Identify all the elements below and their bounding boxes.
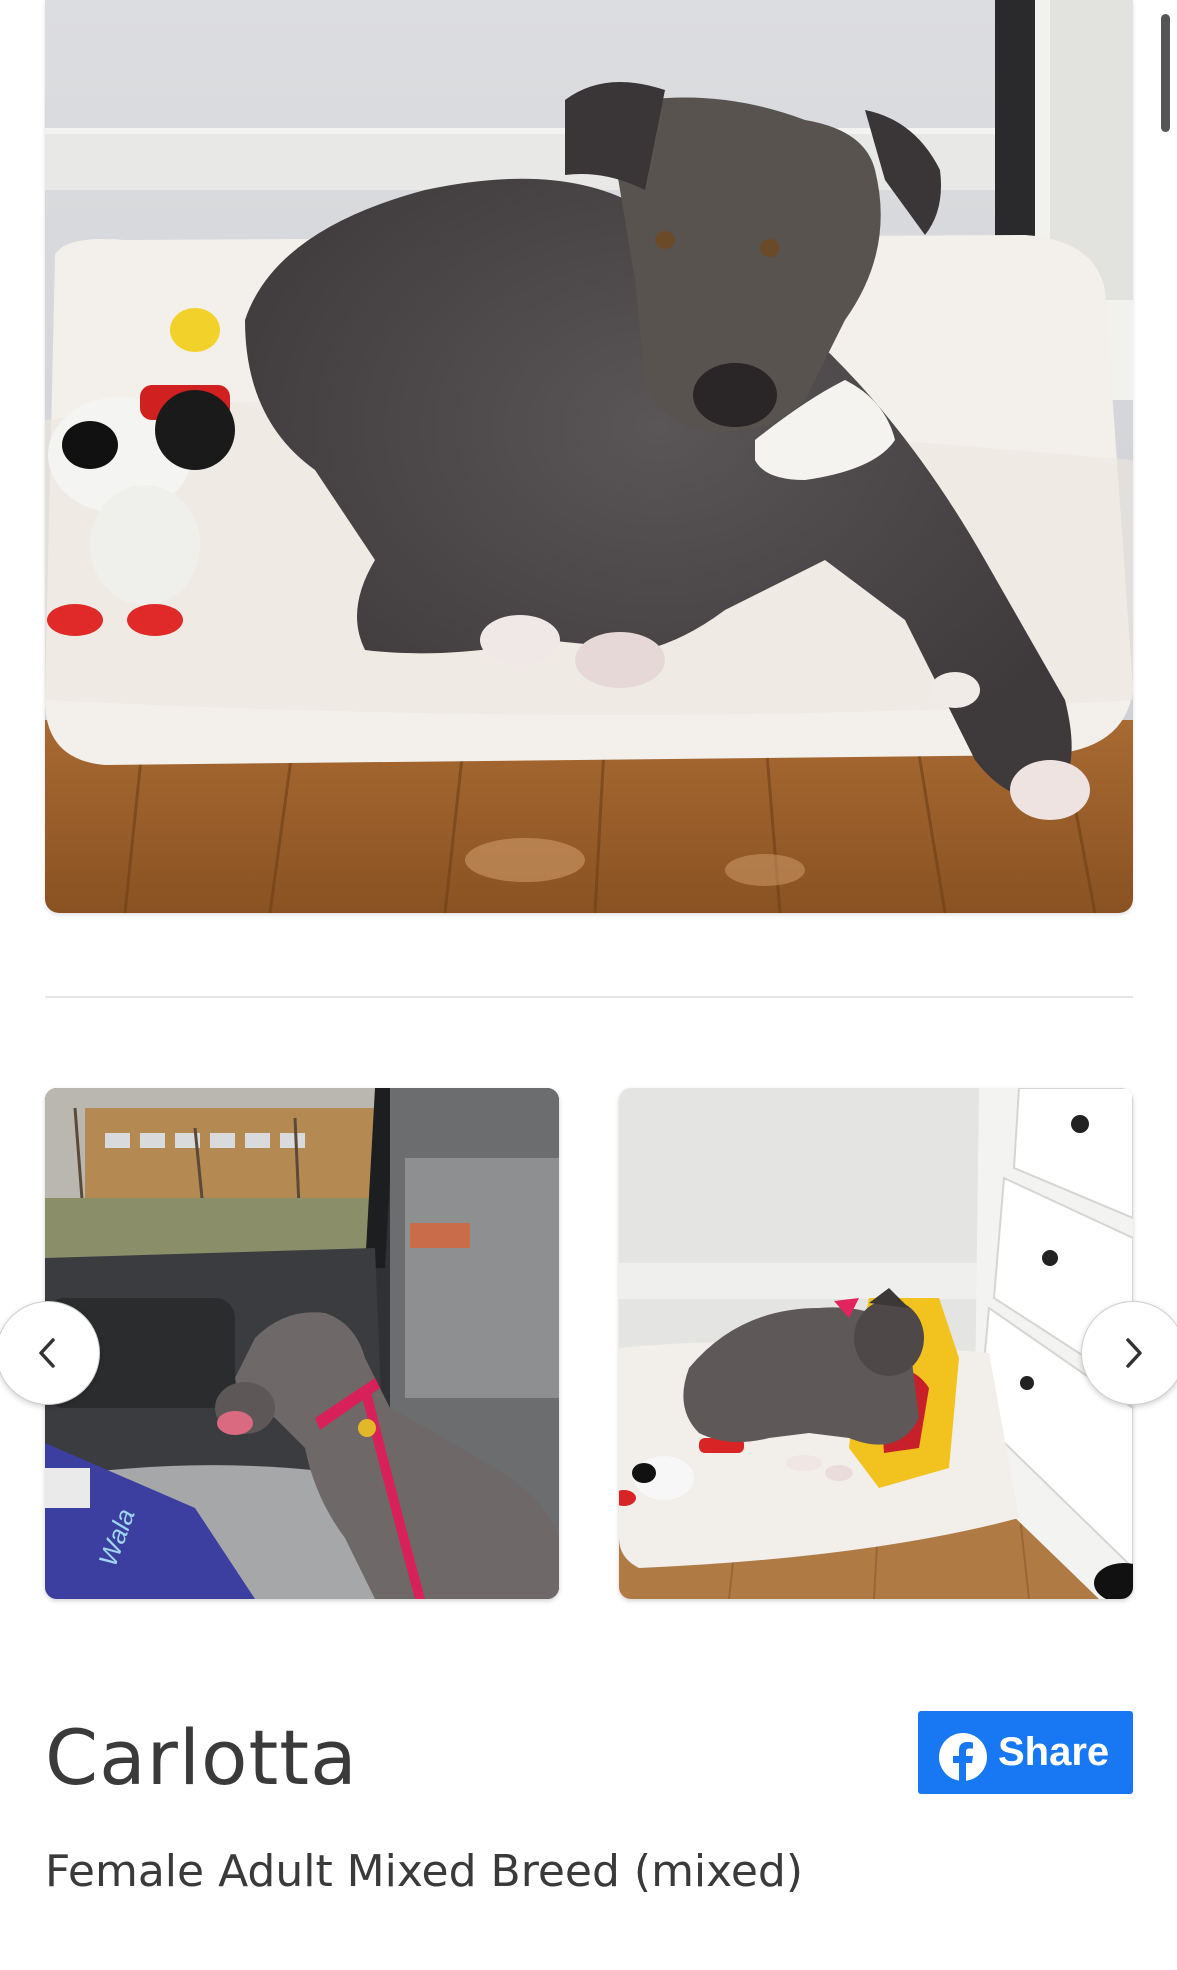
pet-photo-thumbnail-car[interactable]: Wala bbox=[45, 1088, 559, 1599]
facebook-icon bbox=[939, 1732, 987, 1782]
chevron-right-icon bbox=[1126, 1338, 1142, 1368]
carousel-next-button[interactable] bbox=[1081, 1301, 1177, 1405]
section-divider bbox=[45, 996, 1133, 998]
facebook-share-button[interactable]: Share bbox=[918, 1711, 1133, 1794]
pet-name-heading: Carlotta bbox=[45, 1713, 358, 1802]
carousel-prev-button[interactable] bbox=[0, 1301, 100, 1405]
main-pet-photo[interactable] bbox=[45, 0, 1133, 913]
pet-description: Female Adult Mixed Breed (mixed) bbox=[45, 1846, 804, 1897]
scrollbar-thumb[interactable] bbox=[1161, 14, 1170, 132]
pet-photo-thumbnail-bed[interactable] bbox=[619, 1088, 1133, 1599]
share-button-label: Share bbox=[998, 1730, 1110, 1774]
chevron-left-icon bbox=[39, 1338, 55, 1368]
